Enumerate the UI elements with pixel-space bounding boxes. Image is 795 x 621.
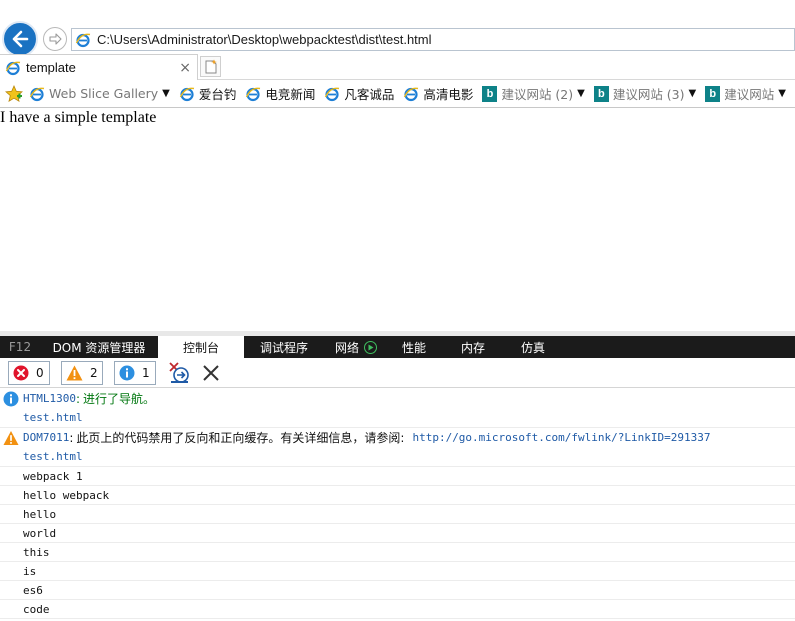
- ie-icon: [324, 86, 340, 102]
- favorite-label: 建议网站 (2): [501, 87, 574, 102]
- log-row: webpack 1: [0, 467, 795, 486]
- message-code: HTML1300: [23, 392, 76, 405]
- page-text: I have a simple template: [0, 109, 157, 126]
- message-separator: :: [69, 430, 74, 445]
- warnings-count: 2: [90, 366, 98, 380]
- log-row: is: [0, 562, 795, 581]
- ie-icon: [75, 33, 91, 47]
- address-bar[interactable]: C:\Users\Administrator\Desktop\webpackte…: [71, 28, 795, 51]
- favorite-label: 高清电影: [423, 87, 474, 102]
- log-row: hello: [0, 505, 795, 524]
- warning-icon: [66, 365, 83, 381]
- favorite-label: 建议网站 (3): [612, 87, 685, 102]
- tab-template[interactable]: template ×: [0, 54, 198, 80]
- bing-icon: b: [482, 85, 498, 102]
- bing-icon: b: [705, 85, 721, 102]
- caret-down-icon[interactable]: ▼: [162, 88, 170, 99]
- log-row: code: [0, 600, 795, 619]
- favorite-item[interactable]: 电竞新闻: [245, 84, 315, 103]
- console-output: HTML1300: 进行了导航。 test.html DOM7011: 此页上的代码…: [0, 389, 795, 621]
- log-row: es6: [0, 581, 795, 600]
- bing-icon: b: [593, 85, 609, 102]
- info-icon: [3, 391, 19, 407]
- caret-down-icon[interactable]: ▼: [689, 88, 697, 99]
- devtools-tabs: F12 DOM 资源管理器 控制台 调试程序 网络 性能 内存 仿真: [0, 336, 795, 358]
- tab-f12[interactable]: F12: [0, 336, 40, 358]
- message-help-link[interactable]: http://go.microsoft.com/fwlink/?LinkID=2…: [412, 431, 710, 444]
- message-separator: :: [75, 391, 81, 406]
- favorite-item[interactable]: Web Slice Gallery ▼: [29, 86, 170, 102]
- warnings-filter-button[interactable]: 2: [61, 361, 103, 385]
- ie-icon: [179, 86, 195, 102]
- tab-network[interactable]: 网络: [324, 336, 388, 358]
- log-row: this: [0, 543, 795, 562]
- favorite-label: 建议网站: [724, 87, 775, 102]
- arrow-right-icon: [49, 33, 62, 45]
- favorites-star-icon[interactable]: [5, 84, 23, 103]
- message-text: 进行了导航。: [83, 392, 156, 406]
- address-row: C:\Users\Administrator\Desktop\webpackte…: [0, 0, 795, 57]
- console-message-warning: DOM7011: 此页上的代码禁用了反向和正向缓存。有关详细信息，请参阅: http…: [0, 428, 795, 467]
- favorite-item[interactable]: 高清电影: [403, 84, 473, 103]
- tab-dom-explorer[interactable]: DOM 资源管理器: [40, 336, 158, 358]
- info-count: 1: [142, 366, 150, 380]
- favorite-item[interactable]: b 建议网站 (2) ▼: [482, 84, 585, 103]
- tab-performance[interactable]: 性能: [388, 336, 440, 358]
- close-icon: [203, 365, 219, 381]
- info-filter-button[interactable]: 1: [114, 361, 156, 385]
- ie-icon: [29, 86, 45, 102]
- tab-strip: template ×: [0, 54, 795, 80]
- arrow-left-icon: [12, 30, 29, 48]
- errors-filter-button[interactable]: 0: [8, 361, 50, 385]
- caret-down-icon[interactable]: ▼: [577, 88, 585, 99]
- new-tab-icon: [205, 59, 217, 74]
- favorite-item[interactable]: 凡客诚品: [324, 84, 394, 103]
- log-row: world: [0, 524, 795, 543]
- message-source-link[interactable]: test.html: [23, 411, 83, 424]
- tab-emulation[interactable]: 仿真: [506, 336, 560, 358]
- console-toolbar: 0 2 1: [0, 358, 795, 388]
- clear-on-navigate-icon: [169, 362, 189, 383]
- new-tab-button[interactable]: [200, 56, 221, 77]
- error-icon: [13, 365, 29, 381]
- ie-icon: [5, 61, 21, 75]
- message-source-link[interactable]: test.html: [23, 450, 83, 463]
- close-tab-icon[interactable]: ×: [179, 60, 191, 76]
- console-message-info: HTML1300: 进行了导航。 test.html: [0, 389, 795, 428]
- play-icon: [364, 340, 377, 354]
- browser-window: C:\Users\Administrator\Desktop\webpackte…: [0, 0, 795, 621]
- back-button[interactable]: [2, 21, 38, 57]
- favorites-list: Web Slice Gallery ▼ 爱台钓 电竞新闻 凡客诚品 高清电影 b 建议网站 (…: [29, 84, 795, 103]
- tab-console[interactable]: 控制台: [158, 336, 244, 358]
- message-text: 此页上的代码禁用了反向和正向缓存。有关详细信息，请参阅:: [76, 431, 405, 445]
- favorite-item[interactable]: 爱台钓: [179, 84, 237, 103]
- favorite-label: Web Slice Gallery: [49, 86, 159, 101]
- favorite-label: 爱台钓: [198, 87, 237, 102]
- tab-debugger[interactable]: 调试程序: [244, 336, 324, 358]
- tab-memory[interactable]: 内存: [440, 336, 506, 358]
- info-icon: [119, 365, 135, 381]
- tab-title: template: [26, 60, 76, 75]
- address-url: C:\Users\Administrator\Desktop\webpackte…: [97, 32, 432, 47]
- favorite-item[interactable]: b 建议网站 (3) ▼: [593, 84, 697, 103]
- favorites-bar: Web Slice Gallery ▼ 爱台钓 电竞新闻 凡客诚品 高清电影 b 建议网站 (…: [0, 80, 795, 108]
- page-content: I have a simple template: [0, 109, 795, 335]
- ie-icon: [245, 86, 261, 102]
- forward-button[interactable]: [43, 27, 67, 51]
- favorite-label: 电竞新闻: [265, 87, 316, 102]
- clear-on-navigate-button[interactable]: [168, 361, 190, 385]
- errors-count: 0: [36, 366, 44, 380]
- caret-down-icon[interactable]: ▼: [778, 88, 786, 99]
- ie-icon: [403, 86, 419, 102]
- tab-network-label: 网络: [334, 340, 359, 355]
- clear-console-button[interactable]: [200, 362, 222, 384]
- warning-icon: [3, 430, 19, 446]
- log-row: hello webpack: [0, 486, 795, 505]
- favorite-label: 凡客诚品: [344, 87, 395, 102]
- favorite-item[interactable]: b 建议网站 ▼: [705, 84, 786, 103]
- message-code: DOM7011: [23, 431, 70, 444]
